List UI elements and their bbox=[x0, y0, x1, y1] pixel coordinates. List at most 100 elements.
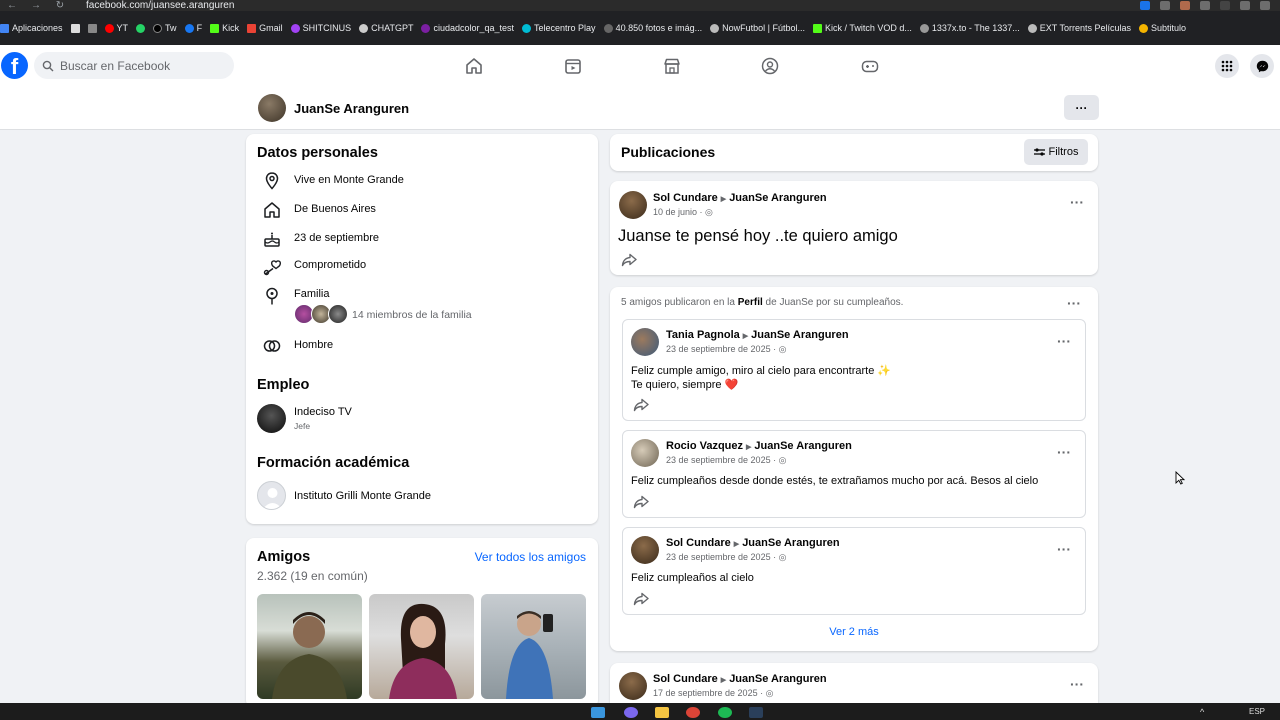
share-icon[interactable] bbox=[633, 592, 649, 606]
share-icon[interactable] bbox=[633, 398, 649, 412]
chrome-icon[interactable] bbox=[686, 707, 700, 718]
discord-icon[interactable] bbox=[624, 707, 638, 718]
post-author[interactable]: Tania Pagnola bbox=[666, 329, 740, 341]
post-author[interactable]: Sol Cundare bbox=[666, 537, 731, 549]
post-options-icon[interactable]: ··· bbox=[1070, 676, 1084, 692]
search-box[interactable] bbox=[34, 52, 234, 79]
bookmark-item[interactable] bbox=[136, 23, 146, 33]
language-indicator[interactable]: ESP bbox=[1249, 707, 1265, 716]
bookmark-item[interactable]: CHATGPT bbox=[359, 23, 413, 33]
post-target[interactable]: JuanSe Aranguren bbox=[751, 329, 848, 341]
back-icon[interactable]: ← bbox=[0, 0, 24, 11]
post-date-text[interactable]: 23 de septiembre de 2025 · bbox=[666, 344, 779, 354]
groups-icon[interactable] bbox=[760, 56, 780, 76]
post-author[interactable]: Sol Cundare bbox=[653, 192, 718, 204]
bookmark-item[interactable]: Telecentro Play bbox=[522, 23, 596, 33]
bookmark-item[interactable]: 1337x.to - The 1337... bbox=[919, 23, 1020, 33]
family-avatars[interactable] bbox=[294, 304, 348, 324]
bookmark-item[interactable]: F bbox=[184, 23, 202, 33]
post-author-avatar[interactable] bbox=[631, 439, 659, 467]
post-author-avatar[interactable] bbox=[631, 328, 659, 356]
group-options-icon[interactable]: ··· bbox=[1067, 295, 1081, 311]
post-options-icon[interactable]: ··· bbox=[1057, 541, 1071, 557]
extension-icon[interactable] bbox=[1140, 1, 1150, 10]
more-options-button[interactable]: ··· bbox=[1064, 95, 1099, 120]
extension-icon[interactable] bbox=[1220, 1, 1230, 10]
bookmark-item[interactable]: Kick / Twitch VOD d... bbox=[813, 23, 912, 33]
forward-icon[interactable]: → bbox=[24, 0, 48, 11]
school-name[interactable]: Instituto Grilli Monte Grande bbox=[294, 490, 431, 502]
messenger-button[interactable] bbox=[1250, 54, 1274, 78]
bookmark-item[interactable]: 40.850 fotos e imág... bbox=[603, 23, 702, 33]
post-target[interactable]: JuanSe Aranguren bbox=[729, 673, 826, 685]
bookmark-item[interactable]: Subtitulo bbox=[1138, 23, 1186, 33]
friend-photo[interactable] bbox=[481, 594, 586, 699]
extension-icon[interactable] bbox=[1200, 1, 1210, 10]
share-icon[interactable] bbox=[633, 495, 649, 509]
work-logo[interactable] bbox=[257, 404, 286, 433]
post-options-icon[interactable]: ··· bbox=[1057, 333, 1071, 349]
see-all-friends-link[interactable]: Ver todos los amigos bbox=[475, 550, 586, 564]
work-company[interactable]: Indeciso TV bbox=[294, 406, 352, 418]
url-field[interactable]: facebook.com/juansee.aranguren bbox=[86, 0, 234, 11]
bookmark-item[interactable]: Aplicaciones bbox=[0, 23, 63, 33]
post-options-icon[interactable]: ··· bbox=[1070, 194, 1084, 210]
profile-name[interactable]: JuanSe Aranguren bbox=[294, 101, 409, 116]
bookmark-item[interactable]: NowFutbol | Fútbol... bbox=[710, 23, 805, 33]
reload-icon[interactable]: ↻ bbox=[48, 0, 72, 11]
post-options-icon[interactable]: ··· bbox=[1057, 444, 1071, 460]
post-date-text[interactable]: 10 de junio · bbox=[653, 207, 705, 217]
post-date-text[interactable]: 23 de septiembre de 2025 · bbox=[666, 552, 779, 562]
bookmark-item[interactable]: EXT Torrents Películas bbox=[1027, 23, 1131, 33]
school-avatar[interactable] bbox=[257, 481, 286, 510]
friends-title[interactable]: Amigos bbox=[257, 549, 310, 565]
bookmark-item[interactable]: YT bbox=[104, 23, 128, 33]
post-text: Feliz cumpleaños desde donde estés, te e… bbox=[631, 475, 1039, 487]
post-author-avatar[interactable] bbox=[619, 672, 647, 700]
extension-icon[interactable] bbox=[1260, 1, 1270, 10]
facebook-logo[interactable]: f bbox=[1, 52, 28, 79]
bookmark-item[interactable] bbox=[87, 23, 97, 33]
share-icon[interactable] bbox=[621, 253, 637, 267]
post-date-text[interactable]: 23 de septiembre de 2025 · bbox=[666, 455, 779, 465]
post-date-text[interactable]: 17 de septiembre de 2025 · bbox=[653, 688, 766, 698]
home-icon[interactable] bbox=[464, 56, 484, 76]
post-author[interactable]: Rocio Vazquez bbox=[666, 440, 743, 452]
info-from: De Buenos Aires bbox=[262, 200, 376, 220]
post-target[interactable]: JuanSe Aranguren bbox=[729, 192, 826, 204]
filters-button[interactable]: Filtros bbox=[1024, 139, 1088, 165]
profile-icon[interactable] bbox=[1240, 1, 1250, 10]
post-author-avatar[interactable] bbox=[631, 536, 659, 564]
spotify-icon[interactable] bbox=[718, 707, 732, 718]
friend-photo[interactable] bbox=[369, 594, 474, 699]
see-more-link[interactable]: Ver 2 más bbox=[610, 626, 1098, 638]
bookmark-item[interactable]: Tw bbox=[153, 23, 177, 33]
bookmark-item[interactable]: SHITCINUS bbox=[290, 23, 351, 33]
steam-icon[interactable] bbox=[749, 707, 763, 718]
friend-photo[interactable] bbox=[257, 594, 362, 699]
menu-button[interactable] bbox=[1215, 54, 1239, 78]
family-avatar[interactable] bbox=[328, 304, 348, 324]
bookmark-item[interactable]: Gmail bbox=[247, 23, 283, 33]
post-author-avatar[interactable] bbox=[619, 191, 647, 219]
family-count[interactable]: 14 miembros de la familia bbox=[352, 309, 472, 321]
bookmark-item[interactable] bbox=[70, 23, 80, 33]
folder-icon[interactable] bbox=[655, 707, 669, 718]
post-target[interactable]: JuanSe Aranguren bbox=[742, 537, 839, 549]
star-icon[interactable] bbox=[1160, 1, 1170, 10]
tray-chevron-icon[interactable]: ^ bbox=[1200, 707, 1204, 717]
info-family-label[interactable]: Familia bbox=[294, 288, 329, 300]
profile-avatar[interactable] bbox=[258, 94, 286, 122]
post-target[interactable]: JuanSe Aranguren bbox=[754, 440, 851, 452]
gaming-icon[interactable] bbox=[860, 56, 880, 76]
video-icon[interactable] bbox=[563, 56, 583, 76]
post-author[interactable]: Sol Cundare bbox=[653, 673, 718, 685]
profile-link[interactable]: Perfil bbox=[738, 297, 763, 308]
windows-start-icon[interactable] bbox=[591, 707, 605, 718]
extension-icon[interactable] bbox=[1180, 1, 1190, 10]
bookmark-item[interactable]: Kick bbox=[210, 23, 239, 33]
search-input[interactable] bbox=[60, 58, 220, 73]
info-lives-text: Vive en Monte Grande bbox=[294, 174, 404, 186]
marketplace-icon[interactable] bbox=[662, 56, 682, 76]
bookmark-item[interactable]: ciudadcolor_qa_test bbox=[421, 23, 514, 33]
